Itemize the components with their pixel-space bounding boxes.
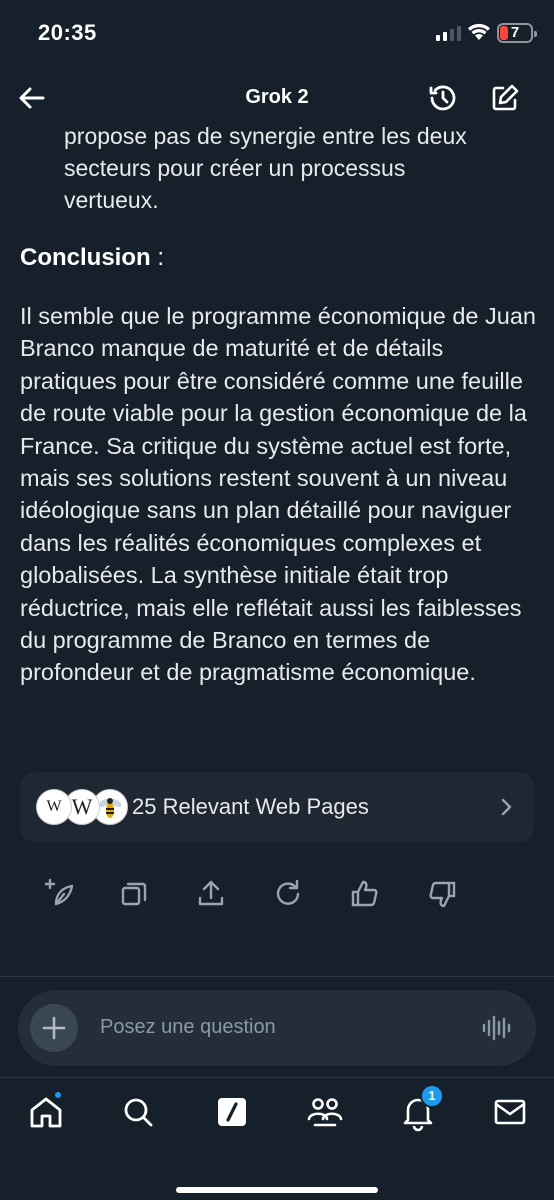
page-title: Grok 2 — [245, 86, 309, 108]
grok-icon — [218, 1098, 246, 1126]
web-sources-card[interactable]: W W 25 Relevant Web Pages — [20, 772, 534, 842]
history-icon[interactable] — [425, 80, 461, 116]
nav-notifications[interactable]: 1 — [398, 1084, 444, 1132]
bottom-navigation: 1 — [0, 1077, 554, 1200]
nav-home[interactable] — [26, 1090, 66, 1132]
thumbs-up-icon[interactable] — [347, 876, 383, 912]
battery-icon: 7 — [497, 23, 537, 43]
heading-text: Conclusion — [20, 244, 151, 271]
thumbs-down-icon[interactable] — [424, 876, 460, 912]
nav-grok[interactable] — [212, 1092, 252, 1132]
communities-icon — [307, 1098, 343, 1127]
nav-search[interactable] — [118, 1092, 158, 1132]
copy-icon[interactable] — [116, 876, 152, 912]
cellular-signal-icon — [436, 25, 461, 41]
text-line: propose pas de synergie entre les deux — [64, 126, 467, 149]
question-input-bar[interactable]: Posez une question — [18, 990, 536, 1066]
unread-dot — [53, 1090, 63, 1100]
regenerate-sparkle-icon[interactable] — [42, 876, 78, 912]
conclusion-paragraph: Il semble que le programme économique de… — [20, 303, 536, 686]
attach-button[interactable] — [30, 1004, 78, 1052]
notification-badge: 1 — [420, 1084, 444, 1108]
wifi-icon — [468, 23, 490, 40]
refresh-icon[interactable] — [270, 876, 306, 912]
question-input[interactable]: Posez une question — [100, 1016, 276, 1039]
share-icon[interactable] — [193, 876, 229, 912]
response-content: propose pas de synergie entre les deux s… — [0, 126, 554, 976]
list-item-text: propose pas de synergie entre les deux s… — [64, 126, 524, 216]
battery-level: 7 — [510, 24, 520, 41]
section-heading: Conclusion : — [20, 242, 164, 274]
nav-communities[interactable] — [305, 1092, 345, 1132]
voice-waveform-icon[interactable] — [480, 1012, 512, 1044]
message-actions — [0, 876, 554, 916]
home-indicator — [176, 1187, 378, 1193]
text-line: vertueux. — [64, 187, 159, 213]
search-icon — [124, 1098, 153, 1127]
text-line: secteurs pour créer un processus — [64, 155, 406, 181]
new-chat-icon[interactable] — [487, 80, 523, 116]
sources-label: 25 Relevant Web Pages — [132, 794, 369, 819]
wikipedia-small-icon: W — [36, 789, 72, 825]
messages-icon — [494, 1099, 526, 1125]
chat-header: Grok 2 — [0, 70, 554, 126]
status-bar: 20:35 7 — [0, 0, 554, 70]
heading-colon: : — [150, 244, 165, 271]
plus-icon — [42, 1016, 66, 1040]
nav-messages[interactable] — [490, 1092, 530, 1132]
chevron-right-icon — [501, 798, 512, 816]
divider — [0, 976, 554, 977]
status-time: 20:35 — [38, 20, 97, 45]
